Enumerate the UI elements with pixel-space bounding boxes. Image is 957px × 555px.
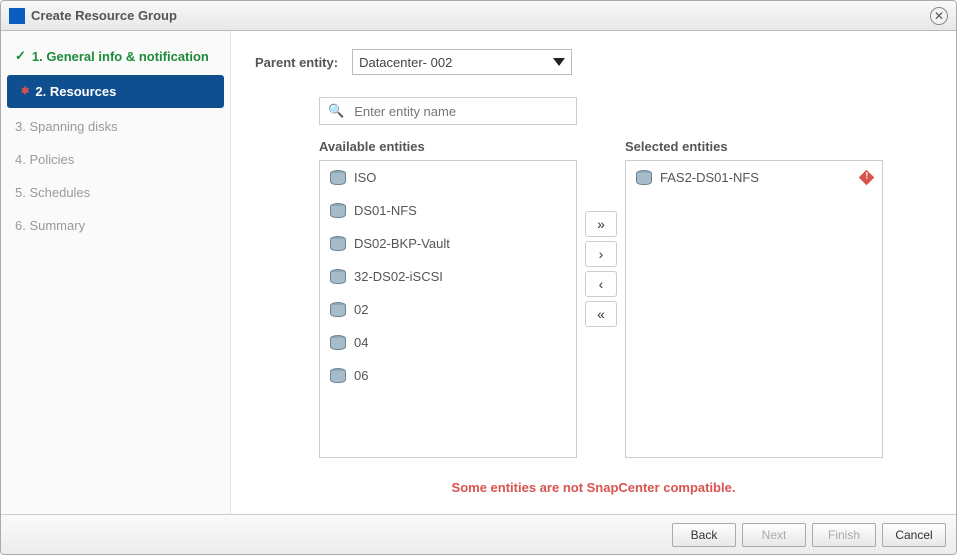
entity-name: 02: [354, 302, 368, 317]
selected-entities-list[interactable]: FAS2-DS01-NFS: [625, 160, 883, 458]
datastore-icon: [330, 236, 344, 251]
cancel-button[interactable]: Cancel: [882, 523, 946, 547]
move-buttons: » › ‹ «: [585, 139, 617, 458]
move-all-left-button[interactable]: «: [585, 301, 617, 327]
dialog-window: Create Resource Group ✕ 1. General info …: [0, 0, 957, 555]
list-item[interactable]: FAS2-DS01-NFS: [626, 161, 882, 194]
close-icon[interactable]: ✕: [930, 7, 948, 25]
back-button[interactable]: Back: [672, 523, 736, 547]
list-item[interactable]: 32-DS02-iSCSI: [320, 260, 576, 293]
list-item[interactable]: DS01-NFS: [320, 194, 576, 227]
datastore-icon: [330, 170, 344, 185]
title-bar: Create Resource Group ✕: [1, 1, 956, 31]
entity-name: FAS2-DS01-NFS: [660, 170, 759, 185]
search-icon: 🔍: [328, 103, 344, 119]
entity-name: DS02-BKP-Vault: [354, 236, 450, 251]
step-schedules: 5. Schedules: [1, 176, 230, 209]
warning-icon: [859, 170, 875, 186]
list-item[interactable]: ISO: [320, 161, 576, 194]
step-general-info[interactable]: 1. General info & notification: [1, 39, 230, 73]
move-left-button[interactable]: ‹: [585, 271, 617, 297]
chevron-down-icon: [553, 58, 565, 66]
list-item[interactable]: DS02-BKP-Vault: [320, 227, 576, 260]
entity-name: 32-DS02-iSCSI: [354, 269, 443, 284]
list-item[interactable]: 04: [320, 326, 576, 359]
list-item[interactable]: 02: [320, 293, 576, 326]
list-item[interactable]: 06: [320, 359, 576, 392]
move-all-right-button[interactable]: »: [585, 211, 617, 237]
window-title: Create Resource Group: [31, 8, 177, 23]
wizard-steps-sidebar: 1. General info & notification 2. Resour…: [1, 31, 231, 514]
main-panel: Parent entity: Datacenter- 002 🔍 Availab…: [231, 31, 956, 514]
datastore-icon: [330, 269, 344, 284]
step-policies: 4. Policies: [1, 143, 230, 176]
entity-name: 04: [354, 335, 368, 350]
search-input[interactable]: [352, 103, 568, 120]
parent-entity-label: Parent entity:: [255, 55, 338, 70]
entity-name: DS01-NFS: [354, 203, 417, 218]
available-entities-list[interactable]: ISO DS01-NFS DS02-BKP-Vault 32-DS02: [319, 160, 577, 458]
step-summary: 6. Summary: [1, 209, 230, 242]
datastore-icon: [330, 203, 344, 218]
available-entities-header: Available entities: [319, 139, 577, 154]
step-resources[interactable]: 2. Resources: [7, 75, 224, 108]
step-spanning-disks: 3. Spanning disks: [1, 110, 230, 143]
parent-entity-value: Datacenter- 002: [359, 55, 452, 70]
next-button[interactable]: Next: [742, 523, 806, 547]
datastore-icon: [330, 302, 344, 317]
entity-name: 06: [354, 368, 368, 383]
parent-entity-select[interactable]: Datacenter- 002: [352, 49, 572, 75]
wizard-footer: Back Next Finish Cancel: [1, 514, 956, 554]
entity-name: ISO: [354, 170, 376, 185]
move-right-button[interactable]: ›: [585, 241, 617, 267]
selected-entities-header: Selected entities: [625, 139, 883, 154]
entity-search[interactable]: 🔍: [319, 97, 577, 125]
datastore-icon: [636, 170, 650, 185]
datastore-icon: [330, 368, 344, 383]
finish-button[interactable]: Finish: [812, 523, 876, 547]
compatibility-warning: Some entities are not SnapCenter compati…: [255, 458, 932, 505]
app-logo-icon: [9, 8, 25, 24]
datastore-icon: [330, 335, 344, 350]
